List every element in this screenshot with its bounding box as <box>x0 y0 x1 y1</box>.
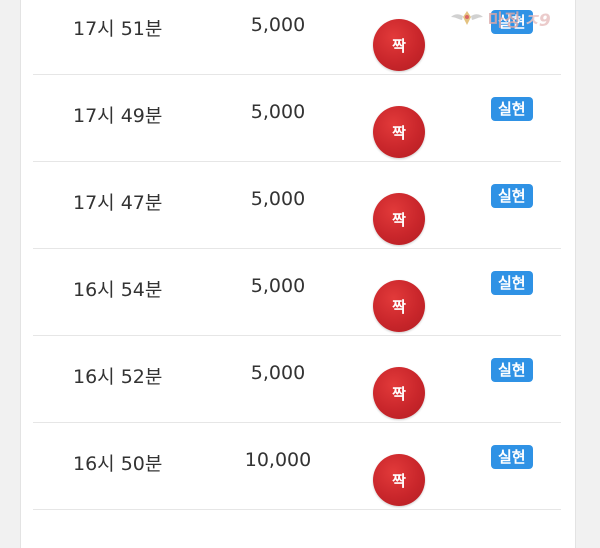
bet-row: 16시 50분 10,000 짝 실현 <box>33 423 561 510</box>
bet-row: 17시 47분 5,000 짝 실현 <box>33 162 561 249</box>
pick-ball: 짝 <box>373 280 425 332</box>
bet-amount: 5,000 <box>250 188 306 210</box>
bet-amount: 5,000 <box>250 275 306 297</box>
status-badge: 실현 <box>491 271 533 295</box>
logo-text: 마징 <box>488 10 522 31</box>
bet-time: 16시 54분 <box>73 279 163 301</box>
pick-ball: 짝 <box>373 193 425 245</box>
bet-amount: 5,000 <box>250 101 306 123</box>
bet-amount: 5,000 <box>250 14 306 36</box>
status-badge: 실현 <box>491 184 533 208</box>
bet-time: 17시 49분 <box>73 105 163 127</box>
pick-ball: 짝 <box>373 367 425 419</box>
site-logo-watermark: 마징 ㅈ9 <box>450 2 600 34</box>
bet-amount: 5,000 <box>250 362 306 384</box>
status-badge: 실현 <box>491 358 533 382</box>
pick-ball: 짝 <box>373 106 425 158</box>
bet-time: 16시 52분 <box>73 366 163 388</box>
bet-amount: 10,000 <box>244 449 312 471</box>
pick-ball: 짝 <box>373 19 425 71</box>
bet-time: 17시 47분 <box>73 192 163 214</box>
bet-time: 17시 51분 <box>73 18 163 40</box>
status-badge: 실현 <box>491 97 533 121</box>
bet-row: 16시 52분 5,000 짝 실현 <box>33 336 561 423</box>
bet-time: 16시 50분 <box>73 453 163 475</box>
pick-ball: 짝 <box>373 454 425 506</box>
bet-history-card: 17시 51분 5,000 짝 실현 17시 49분 5,000 짝 실현 17… <box>20 0 576 548</box>
bet-row: 17시 49분 5,000 짝 실현 <box>33 75 561 162</box>
winged-emblem-icon <box>451 11 483 25</box>
logo-tail: ㅈ9 <box>523 10 551 31</box>
bet-row: 16시 54분 5,000 짝 실현 <box>33 249 561 336</box>
status-badge: 실현 <box>491 445 533 469</box>
